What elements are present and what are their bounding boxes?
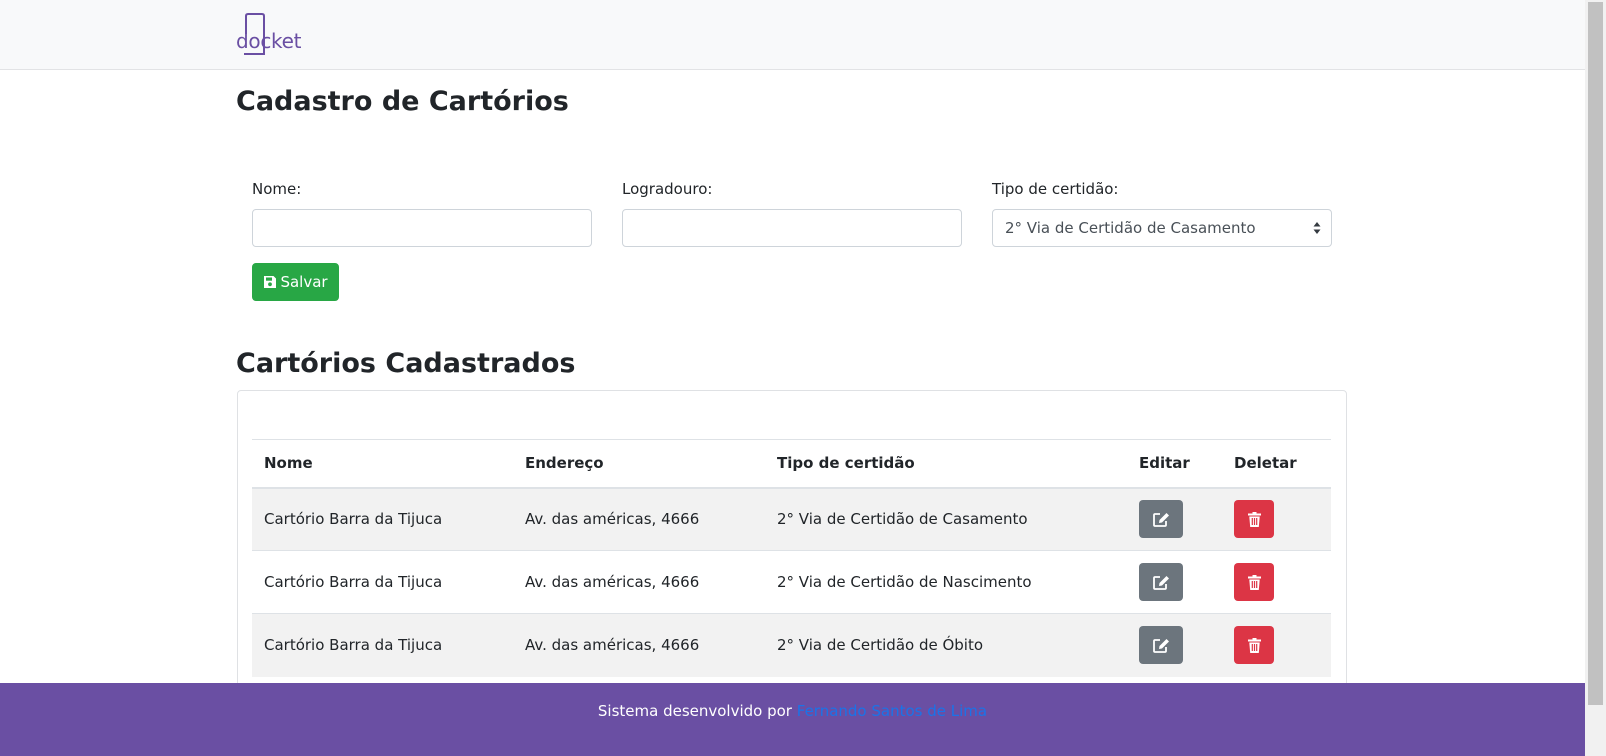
cell-tipo: 2° Via de Certidão de Óbito (765, 613, 1127, 677)
footer: Sistema desenvolvido por Fernando Santos… (0, 683, 1585, 756)
cell-nome: Cartório Barra da Tijuca (252, 487, 513, 551)
trash-icon (1247, 511, 1261, 527)
table-header-row: Nome Endereço Tipo de certidão Editar De… (252, 439, 1331, 489)
edit-button[interactable] (1139, 500, 1183, 539)
column-header-tipo: Tipo de certidão (765, 439, 1127, 489)
edit-icon (1152, 512, 1169, 527)
delete-button[interactable] (1234, 563, 1274, 601)
edit-icon (1152, 638, 1169, 653)
logradouro-label: Logradouro: (622, 180, 713, 198)
cell-nome: Cartório Barra da Tijuca (252, 613, 513, 677)
cell-deletar (1222, 550, 1331, 614)
vertical-scrollbar[interactable] (1585, 0, 1606, 756)
floppy-disk-icon (264, 276, 277, 288)
cell-tipo: 2° Via de Certidão de Casamento (765, 487, 1127, 551)
delete-button[interactable] (1234, 626, 1274, 665)
cell-endereco: Av. das américas, 4666 (513, 613, 765, 677)
footer-text: Sistema desenvolvido por (597, 702, 792, 720)
column-header-deletar: Deletar (1222, 439, 1331, 489)
cell-editar (1127, 550, 1222, 614)
nome-label: Nome: (252, 180, 302, 198)
nome-input[interactable] (252, 209, 592, 247)
cell-endereco: Av. das américas, 4666 (513, 550, 765, 614)
column-header-editar: Editar (1127, 439, 1222, 489)
cell-tipo: 2° Via de Certidão de Nascimento (765, 550, 1127, 614)
edit-icon (1152, 575, 1169, 590)
tipo-certidao-label: Tipo de certidão: (992, 180, 1119, 198)
table-row: Cartório Barra da Tijuca Av. das américa… (252, 613, 1331, 677)
footer-author-link[interactable]: Fernando Santos de Lima (797, 702, 987, 720)
edit-button[interactable] (1139, 626, 1183, 665)
cell-deletar (1222, 487, 1331, 551)
tipo-certidao-selected: 2° Via de Certidão de Casamento (1005, 219, 1256, 237)
logo-text: docket (236, 29, 302, 53)
table-row: Cartório Barra da Tijuca Av. das américa… (252, 550, 1331, 614)
trash-icon (1247, 574, 1261, 590)
save-button-label: Salvar (280, 273, 328, 291)
cell-endereco: Av. das américas, 4666 (513, 487, 765, 551)
cartorios-table: Nome Endereço Tipo de certidão Editar De… (252, 439, 1331, 677)
tipo-certidao-select[interactable]: 2° Via de Certidão de Casamento (992, 209, 1332, 247)
delete-button[interactable] (1234, 500, 1274, 539)
trash-icon (1247, 637, 1261, 653)
table-row: Cartório Barra da Tijuca Av. das américa… (252, 487, 1331, 551)
page-title: Cadastro de Cartórios (236, 86, 569, 117)
edit-button[interactable] (1139, 563, 1183, 601)
cell-nome: Cartório Barra da Tijuca (252, 550, 513, 614)
scrollbar-thumb[interactable] (1588, 2, 1603, 705)
cell-editar (1127, 613, 1222, 677)
cell-editar (1127, 487, 1222, 551)
save-button[interactable]: Salvar (252, 263, 339, 301)
select-caret-icon (1313, 222, 1321, 234)
docket-logo[interactable]: docket (236, 13, 302, 57)
cell-deletar (1222, 613, 1331, 677)
logradouro-input[interactable] (622, 209, 962, 247)
column-header-nome: Nome (252, 439, 513, 489)
navbar: docket (0, 0, 1585, 70)
column-header-endereco: Endereço (513, 439, 765, 489)
section-title: Cartórios Cadastrados (236, 348, 576, 379)
